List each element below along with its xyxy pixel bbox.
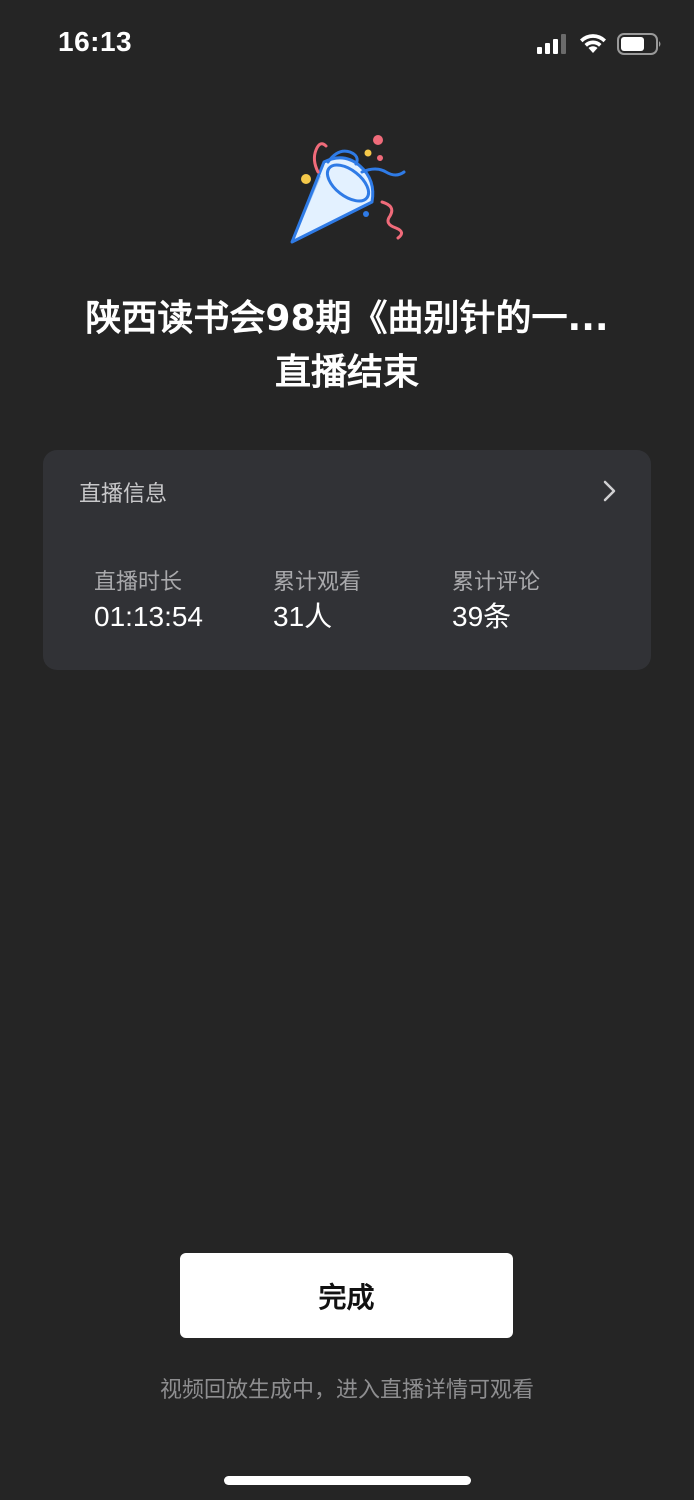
stat-viewers: 累计观看 31人	[273, 568, 361, 634]
stat-label: 直播时长	[94, 570, 183, 595]
status-time: 16:13	[58, 26, 133, 57]
stat-comments: 累计评论 39条	[452, 568, 540, 634]
stat-label: 累计观看	[273, 570, 362, 595]
live-info-title: 直播信息	[79, 482, 168, 507]
stat-value: 01:13:54	[94, 601, 203, 632]
stat-value: 31人	[273, 601, 333, 632]
replay-hint-text: 视频回放生成中，进入直播详情可观看	[159, 1378, 534, 1403]
signal-icon	[537, 34, 566, 54]
live-info-header[interactable]: 直播信息	[43, 450, 651, 534]
title-line-2: 直播结束	[274, 352, 419, 393]
stat-value: 39条	[452, 601, 512, 632]
battery-icon	[617, 33, 661, 55]
home-indicator[interactable]	[224, 1476, 471, 1485]
wifi-icon	[580, 34, 606, 53]
live-info-card: 直播信息 直播时长 01:13:54 累计观看 31人 累计评论 39条	[43, 450, 651, 670]
chevron-right-icon[interactable]	[603, 480, 617, 502]
done-button[interactable]: 完成	[180, 1253, 513, 1338]
party-popper-icon	[290, 135, 406, 244]
stat-label: 累计评论	[452, 570, 541, 595]
title-line-1: 陕西读书会98期《曲别针的一...	[85, 298, 609, 339]
stat-duration: 直播时长 01:13:54	[94, 568, 203, 634]
page-title: 陕西读书会98期《曲别针的一... 直播结束	[30, 292, 664, 400]
status-bar: 16:13	[0, 0, 694, 88]
